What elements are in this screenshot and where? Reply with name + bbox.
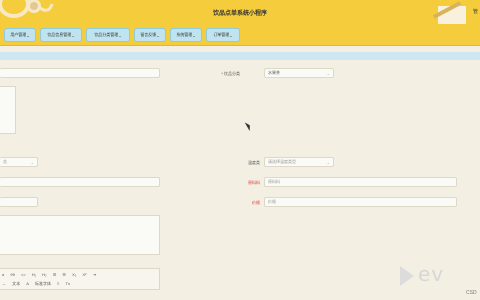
font-color-icon[interactable]: A <box>26 281 29 286</box>
nav-label: 订单管理 <box>213 32 230 37</box>
bullet-list-icon[interactable]: ☰ <box>62 272 66 277</box>
chevron-down-icon: ⌄ <box>30 160 34 165</box>
direction-icon[interactable]: ↔ <box>2 281 6 286</box>
csdn-watermark: CSD <box>466 290 477 296</box>
price-placeholder: 价格 <box>268 199 276 204</box>
nav-orders[interactable]: 订单管理 ⌄ <box>206 28 240 42</box>
pencil-decoration-icon <box>432 1 466 24</box>
chevron-down-icon: ⌄ <box>156 32 160 38</box>
font-family-select[interactable]: 标准字体 <box>35 281 51 287</box>
nav-system[interactable]: 系统管理 ⌄ <box>170 28 202 42</box>
top-header: 饮品点单系统小程序 管 <box>0 0 480 26</box>
ingredients-placeholder: 原料料 <box>268 179 280 184</box>
chevron-down-icon: ⌄ <box>71 32 75 38</box>
temperature-select[interactable]: 请选择温度类型 ⌄ <box>264 157 334 167</box>
description-textarea[interactable] <box>0 215 160 255</box>
chevron-down-icon: ⌄ <box>326 160 330 165</box>
subscript-icon[interactable]: X₂ <box>72 272 76 277</box>
text-size-select[interactable]: 文本 <box>12 281 20 287</box>
code-icon[interactable]: ɑ <box>2 272 4 277</box>
nav-drink-category[interactable]: 饮品分类管理 ⌄ <box>86 28 130 42</box>
nav-user-management[interactable]: 用户管理 ⌄ <box>4 28 36 42</box>
chevron-down-icon: ⌄ <box>26 32 30 38</box>
left-select-value: 含 <box>3 159 7 164</box>
nav-label: 系统管理 <box>176 32 193 37</box>
mouse-cursor-icon <box>244 120 253 132</box>
app-title: 饮品点单系统小程序 <box>212 11 267 17</box>
breadcrumb-bar <box>0 52 480 60</box>
category-value: 水果茶 <box>268 70 280 75</box>
indent-icon[interactable]: ⇥ <box>93 272 96 277</box>
chevron-down-icon: ⌄ <box>229 32 233 38</box>
heading2-icon[interactable]: H₂ <box>42 272 46 277</box>
ingredients-input[interactable]: 原料料 <box>264 177 457 187</box>
nav-label: 饮品信息管理 <box>47 32 72 37</box>
toolbar-row-1: ɑ 99 <> H₁ H₂ ☰ ☰ X₂ X² ⇥ <box>2 272 101 277</box>
image-upload[interactable] <box>0 86 16 134</box>
nav-label: 用户管理 <box>10 32 27 37</box>
chevron-down-icon: ⌄ <box>326 71 330 76</box>
code-block-icon[interactable]: <> <box>21 272 26 277</box>
align-icon[interactable]: ≡ <box>57 281 59 286</box>
ordered-list-icon[interactable]: ☰ <box>53 272 57 277</box>
superscript-icon[interactable]: X² <box>82 272 86 277</box>
heading1-icon[interactable]: H₁ <box>32 272 36 277</box>
left-select[interactable]: 含 ⌄ <box>0 157 38 167</box>
temperature-placeholder: 请选择温度类型 <box>268 159 296 164</box>
rich-editor-toolbar: ɑ 99 <> H₁ H₂ ☰ ☰ X₂ X² ⇥ ↔ 文本 A 标准字体 ≡ … <box>0 268 160 290</box>
chevron-down-icon: ⌄ <box>192 32 196 38</box>
user-menu[interactable]: 管 <box>473 8 478 15</box>
clear-format-icon[interactable]: Tx <box>66 281 70 286</box>
toolbar-row-2: ↔ 文本 A 标准字体 ≡ Tx <box>2 281 75 287</box>
category-select[interactable]: 水果茶 ⌄ <box>264 68 334 78</box>
chevron-down-icon: ⌄ <box>118 32 122 38</box>
left-input-3[interactable] <box>0 197 38 207</box>
watermark-brand: ev <box>418 262 445 286</box>
nav-drink-info[interactable]: 饮品信息管理 ⌄ <box>40 28 82 42</box>
nav-feedback[interactable]: 留言反馈 ⌄ <box>134 28 166 42</box>
price-input[interactable]: 价格 <box>264 197 457 207</box>
category-label: * 饮品分类 <box>221 71 240 76</box>
nav-label: 留言反馈 <box>140 32 157 37</box>
nav-label: 饮品分类管理 <box>94 32 119 37</box>
ingredients-label: 原料料 <box>248 180 260 185</box>
temperature-label: 温度类 <box>248 160 260 165</box>
main-nav: 用户管理 ⌄ 饮品信息管理 ⌄ 饮品分类管理 ⌄ 留言反馈 ⌄ 系统管理 ⌄ 订… <box>0 26 480 46</box>
price-label: 价格 <box>252 200 260 205</box>
left-input-2[interactable] <box>0 177 160 187</box>
drink-name-input[interactable] <box>0 68 160 78</box>
quote-icon[interactable]: 99 <box>10 272 14 277</box>
